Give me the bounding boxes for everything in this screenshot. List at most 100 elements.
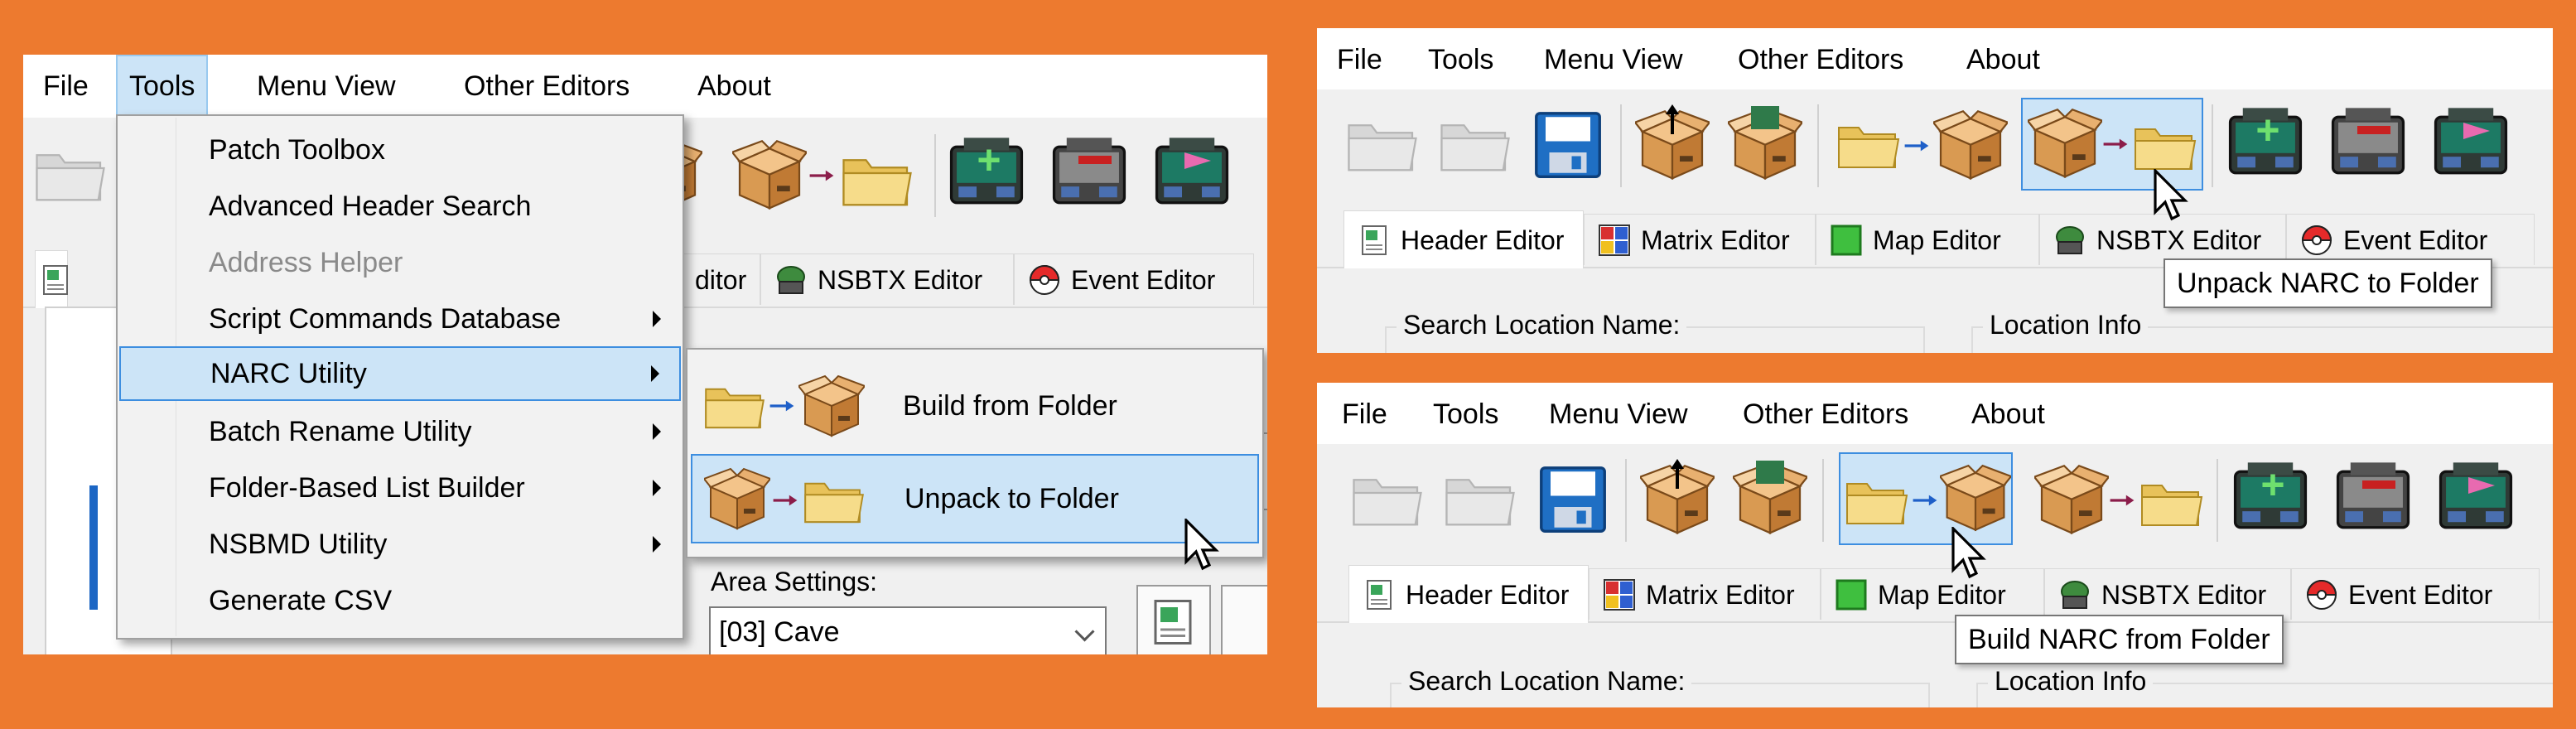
svg-text:+: + [977, 137, 1001, 183]
add-overworld-icon[interactable]: + [943, 131, 1030, 219]
menu-about[interactable]: About [1960, 383, 2057, 446]
tooltip-unpack-narc: Unpack NARC to Folder [2164, 258, 2492, 308]
list-selection[interactable] [89, 485, 98, 610]
header-editor-icon [43, 264, 68, 295]
remove-overworld-icon[interactable] [1045, 131, 1133, 219]
export-overworld-icon[interactable] [2432, 456, 2520, 543]
open-folder-icon[interactable] [1431, 101, 1519, 189]
paste-area-button[interactable] [1221, 585, 1267, 654]
save-rom-icon[interactable] [1529, 456, 1617, 543]
menu-tools[interactable]: Tools [116, 55, 209, 118]
menu-item-label: Folder-Based List Builder [209, 472, 525, 504]
submenu-arrow-icon [651, 365, 659, 382]
tab-event[interactable]: Event Editor [2291, 568, 2540, 620]
pokeball-icon [2307, 579, 2337, 610]
submenu-arrow-icon [653, 536, 661, 553]
menu-other-editors[interactable]: Other Editors [1726, 28, 1915, 91]
menu-item-label: NSBMD Utility [209, 529, 388, 560]
add-overworld-icon[interactable]: + [2226, 456, 2314, 543]
left-screenshot-panel: File Tools Menu View Other Editors About… [23, 55, 1267, 654]
tab-nsbtx[interactable]: NSBTX Editor [2044, 568, 2291, 620]
area-settings-combo[interactable]: [03] Cave [709, 606, 1107, 654]
menu-item-folder-list-builder[interactable]: Folder-Based List Builder [119, 461, 681, 515]
menu-file[interactable]: File [1325, 28, 1394, 91]
unpack-narc-icon[interactable] [2029, 456, 2212, 543]
tab-matrix[interactable]: Matrix Editor [1589, 568, 1821, 620]
save-rom-icon[interactable] [1524, 101, 1612, 189]
mouse-cursor-icon [1951, 527, 1985, 578]
submenu-arrow-icon [653, 480, 661, 496]
menu-view[interactable]: Menu View [1532, 28, 1695, 91]
tab-event[interactable]: Event Editor [1014, 253, 1254, 305]
tab-header[interactable]: Header Editor [1348, 565, 1589, 623]
search-location-group: Search Location Name: [1390, 666, 1930, 707]
tab-matrix[interactable]: Matrix Editor [1584, 214, 1816, 265]
tab-header[interactable]: Header Editor [1343, 210, 1584, 268]
location-info-group: Location Info [1976, 666, 2553, 707]
nsbtx-icon [777, 265, 805, 294]
header-editor-icon [1362, 224, 1387, 255]
menu-item-advanced-header-search[interactable]: Advanced Header Search [119, 179, 681, 234]
tab-matrix-label: Matrix Editor [1641, 225, 1790, 255]
menu-other-editors[interactable]: Other Editors [1731, 383, 1920, 446]
matrix-icon [1604, 578, 1635, 611]
area-settings-label: Area Settings: [711, 567, 877, 596]
tab-event[interactable]: Event Editor [2286, 214, 2535, 265]
tab-header-label: Header Editor [1406, 580, 1570, 610]
tab-nsbtx-label: NSBTX Editor [818, 265, 983, 295]
repack-rom-icon[interactable] [1721, 101, 1809, 189]
submenu-unpack-to-folder[interactable]: Unpack to Folder [691, 454, 1259, 543]
open-rom-icon[interactable] [27, 131, 114, 219]
open-rom-icon[interactable] [1339, 101, 1426, 189]
chevron-down-icon [1074, 621, 1095, 642]
menu-other-editors[interactable]: Other Editors [452, 55, 641, 118]
tab-header[interactable] [35, 250, 68, 308]
toolbar: + [1317, 89, 2553, 205]
menu-about[interactable]: About [686, 55, 783, 118]
menu-item-label: Batch Rename Utility [209, 416, 472, 447]
menu-tools[interactable]: Tools [1421, 383, 1510, 446]
menu-item-batch-rename[interactable]: Batch Rename Utility [119, 404, 681, 459]
menu-tools[interactable]: Tools [1416, 28, 1505, 91]
tab-map-label: Map Editor [1878, 580, 2006, 610]
search-location-label: Search Location Name: [1397, 310, 1687, 340]
unpack-rom-icon[interactable] [1628, 101, 1716, 189]
open-folder-icon[interactable] [1436, 456, 1524, 543]
export-overworld-icon[interactable] [2427, 101, 2515, 189]
menu-item-nsbmd-utility[interactable]: NSBMD Utility [119, 517, 681, 572]
add-overworld-icon[interactable]: + [2221, 101, 2309, 189]
submenu-build-from-folder[interactable]: Build from Folder [691, 361, 1259, 451]
menu-item-patch-toolbox[interactable]: Patch Toolbox [119, 123, 681, 177]
unpack-narc-icon[interactable] [732, 131, 931, 219]
menu-view[interactable]: Menu View [1537, 383, 1700, 446]
open-rom-icon[interactable] [1343, 456, 1431, 543]
menu-item-script-commands-db[interactable]: Script Commands Database [119, 292, 681, 346]
pokeball-icon [2302, 224, 2332, 255]
menu-bar: File Tools Menu View Other Editors About [1317, 28, 2553, 91]
unpack-rom-icon[interactable] [1633, 456, 1721, 543]
submenu-unpack-label: Unpack to Folder [904, 483, 1119, 514]
menu-view[interactable]: Menu View [245, 55, 408, 118]
menu-about[interactable]: About [1955, 28, 2052, 91]
bottom-right-screenshot-panel: File Tools Menu View Other Editors About… [1317, 383, 2553, 707]
tab-map[interactable]: Map Editor [1821, 568, 2044, 620]
tab-nsbtx[interactable]: NSBTX Editor [760, 253, 1014, 305]
menu-file[interactable]: File [1330, 383, 1399, 446]
tools-dropdown: Patch Toolbox Advanced Header Search Add… [116, 114, 684, 640]
tab-matrix-label: Matrix Editor [1646, 580, 1795, 610]
tab-map[interactable]: Map Editor [1816, 214, 2039, 265]
search-location-group: Search Location Name: [1385, 310, 1925, 353]
copy-area-button[interactable] [1136, 585, 1211, 654]
top-right-screenshot-panel: File Tools Menu View Other Editors About… [1317, 28, 2553, 353]
remove-overworld-icon[interactable] [2329, 456, 2417, 543]
area-settings-value: [03] Cave [719, 616, 840, 648]
export-overworld-icon[interactable] [1148, 131, 1236, 219]
svg-text:+: + [2255, 107, 2279, 153]
menu-item-narc-utility[interactable]: NARC Utility [119, 346, 681, 401]
menu-file[interactable]: File [31, 55, 100, 118]
remove-overworld-icon[interactable] [2324, 101, 2412, 189]
build-narc-icon[interactable] [1831, 101, 2013, 189]
pokeball-icon [1030, 264, 1059, 295]
repack-rom-icon[interactable] [1726, 456, 1814, 543]
menu-item-generate-csv[interactable]: Generate CSV [119, 573, 681, 628]
